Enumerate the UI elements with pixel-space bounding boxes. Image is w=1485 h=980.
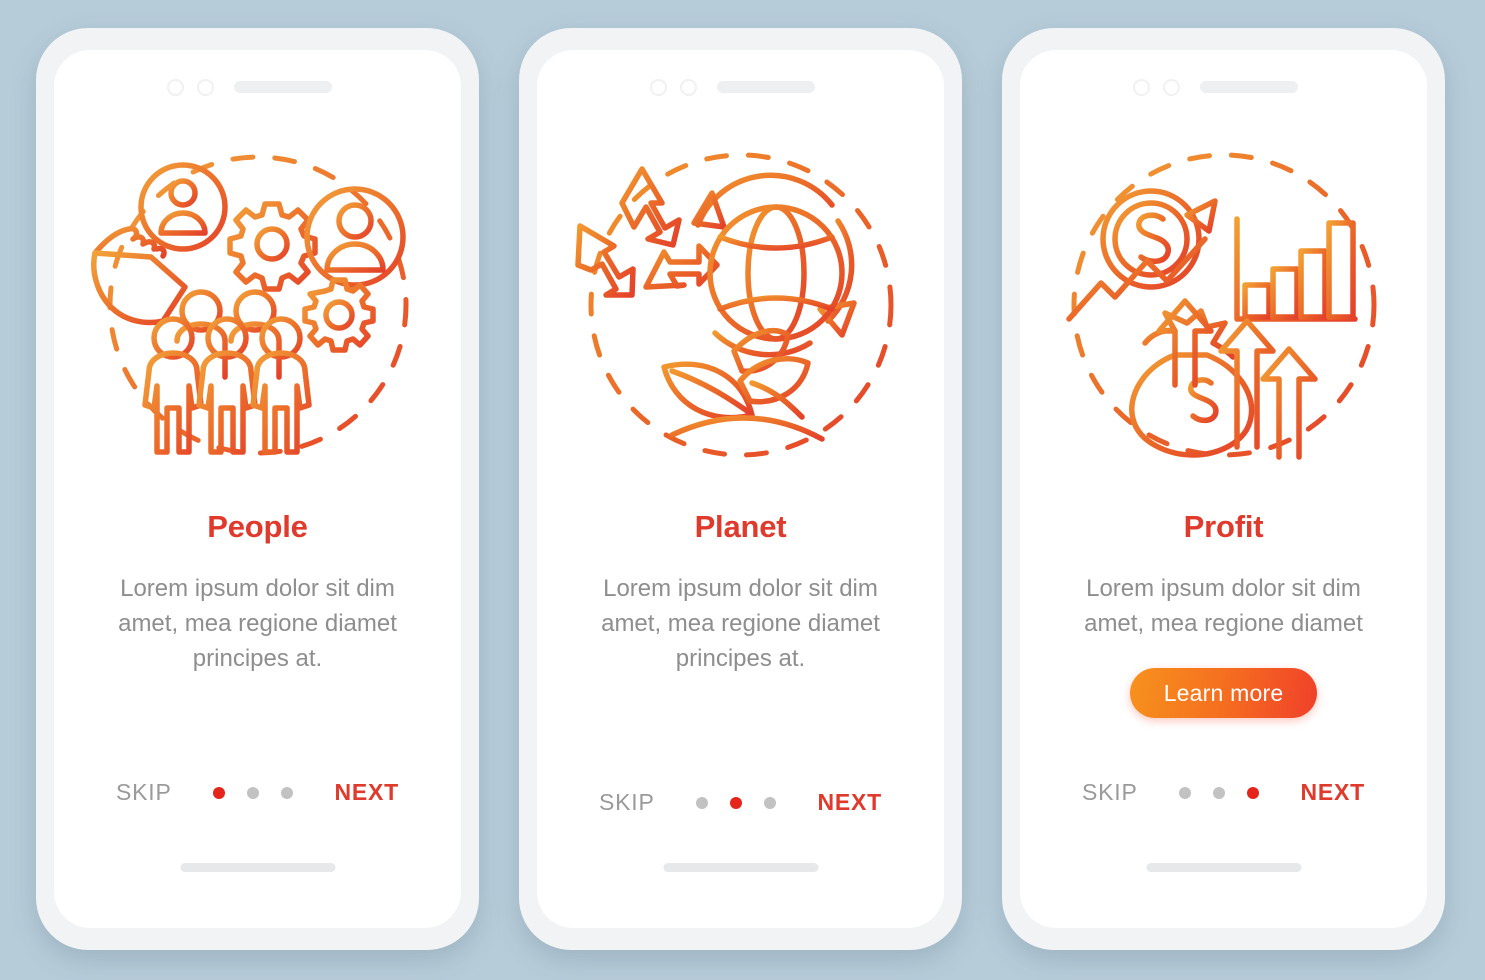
onboarding-nav: SKIP NEXT <box>54 779 461 806</box>
pagination-dot[interactable] <box>1213 786 1226 799</box>
skip-button[interactable]: SKIP <box>116 779 172 806</box>
page-title: People <box>207 509 308 544</box>
pagination-dot[interactable] <box>281 786 294 799</box>
sensor-dot-icon <box>197 78 214 96</box>
home-indicator <box>1146 863 1301 872</box>
next-button[interactable]: NEXT <box>334 779 399 806</box>
planet-recycle-illustration <box>574 145 906 465</box>
home-indicator <box>663 863 818 872</box>
page-title: Planet <box>694 509 787 544</box>
page-title: Profit <box>1183 509 1264 544</box>
home-indicator <box>180 863 335 872</box>
speaker-bar-icon <box>234 81 332 93</box>
camera-dot-icon <box>650 78 667 96</box>
speaker-bar-icon <box>717 81 815 93</box>
page-description: Lorem ipsum dolor sit dim amet, mea regi… <box>118 575 397 672</box>
screen-profit: Profit Lorem ipsum dolor sit dim amet, m… <box>1020 50 1427 928</box>
next-button[interactable]: NEXT <box>817 789 882 816</box>
pagination-dots <box>696 796 777 809</box>
page-description: Lorem ipsum dolor sit dim amet, mea regi… <box>601 575 880 672</box>
speaker-bar-icon <box>1200 81 1298 93</box>
onboarding-nav: SKIP NEXT <box>537 789 944 816</box>
pagination-dot[interactable] <box>213 786 226 799</box>
learn-more-button[interactable]: Learn more <box>1129 668 1318 718</box>
phone-frame-people: People Lorem ipsum dolor sit dim amet, m… <box>36 28 479 950</box>
phone-top-sensor-bar <box>537 77 944 97</box>
profit-growth-illustration <box>1059 145 1389 465</box>
people-gears-illustration <box>90 145 423 465</box>
onboarding-screens-mockup: People Lorem ipsum dolor sit dim amet, m… <box>0 0 1485 980</box>
sensor-dot-icon <box>1163 78 1180 96</box>
onboarding-nav: SKIP NEXT <box>1020 779 1427 806</box>
phone-frame-profit: Profit Lorem ipsum dolor sit dim amet, m… <box>1002 28 1445 950</box>
pagination-dots <box>1179 786 1260 799</box>
pagination-dot[interactable] <box>1179 786 1192 799</box>
camera-dot-icon <box>167 78 184 96</box>
cta-container: Learn more <box>1129 667 1318 719</box>
phone-top-sensor-bar <box>54 77 461 97</box>
pagination-dot[interactable] <box>247 786 260 799</box>
camera-dot-icon <box>1133 78 1150 96</box>
pagination-dots <box>213 786 294 799</box>
screen-people: People Lorem ipsum dolor sit dim amet, m… <box>54 50 461 928</box>
skip-button[interactable]: SKIP <box>599 789 655 816</box>
sensor-dot-icon <box>680 78 697 96</box>
skip-button[interactable]: SKIP <box>1082 779 1138 806</box>
next-button[interactable]: NEXT <box>1300 779 1365 806</box>
page-description: Lorem ipsum dolor sit dim amet, mea regi… <box>1084 575 1363 637</box>
phone-frame-planet: Planet Lorem ipsum dolor sit dim amet, m… <box>519 28 962 950</box>
pagination-dot[interactable] <box>696 796 709 809</box>
pagination-dot[interactable] <box>764 796 777 809</box>
pagination-dot[interactable] <box>1247 786 1260 799</box>
pagination-dot[interactable] <box>730 796 743 809</box>
screen-planet: Planet Lorem ipsum dolor sit dim amet, m… <box>537 50 944 928</box>
phone-top-sensor-bar <box>1020 77 1427 97</box>
